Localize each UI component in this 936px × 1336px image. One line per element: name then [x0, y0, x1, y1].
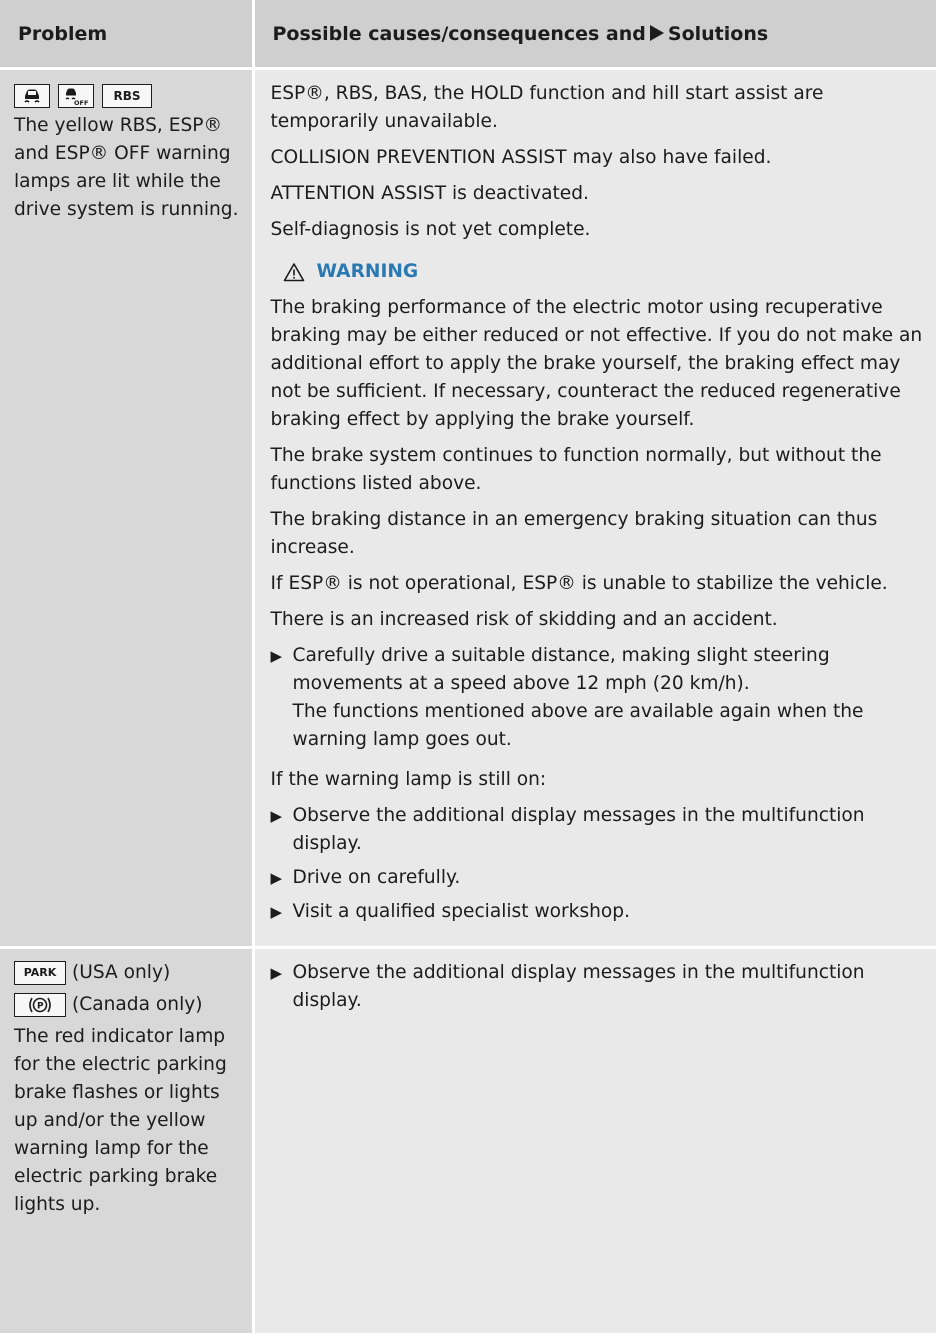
solution-cell-parking-brake: ▶ Observe the additional display message…	[253, 947, 936, 1336]
step-arrow-icon: ▶	[270, 869, 283, 887]
consequence-line: The brake system continues to function n…	[270, 445, 882, 494]
cause-line: ESP®, RBS, BAS, the HOLD function and hi…	[270, 83, 824, 132]
cause-line: COLLISION PREVENTION ASSIST may also hav…	[270, 147, 772, 168]
warning-lamp-icons: OFF RBS	[14, 84, 244, 108]
consequence-line: If ESP® is not operational, ESP® is unab…	[270, 573, 888, 594]
still-on-line: If the warning lamp is still on:	[270, 769, 547, 790]
step-arrow-icon: ▶	[270, 647, 283, 665]
step-text: Carefully drive a suitable distance, mak…	[292, 645, 830, 694]
step-arrow-icon: ▶	[270, 807, 283, 825]
svg-text:P: P	[37, 1002, 44, 1012]
step-text: Observe the additional display messages …	[292, 962, 865, 1011]
p-note: (Canada only)	[72, 994, 203, 1015]
solution-step: ▶ Carefully drive a suitable distance, m…	[271, 642, 925, 754]
solution-step: ▶ Observe the additional display message…	[271, 959, 925, 1015]
warning-title: WARNING	[316, 261, 419, 282]
step-text: Visit a qualified specialist workshop.	[292, 901, 631, 922]
solution-cell-esp: ESP®, RBS, BAS, the HOLD function and hi…	[253, 68, 936, 949]
esp-skid-icon	[14, 84, 50, 108]
play-arrow-icon	[649, 24, 664, 41]
parking-brake-p-icon: P	[14, 993, 66, 1017]
header-solutions-label: Solutions	[667, 22, 769, 45]
cause-line: ATTENTION ASSIST is deactivated.	[270, 183, 589, 204]
consequence-line: There is an increased risk of skidding a…	[270, 609, 778, 630]
problem-text-parking-brake: The red indicator lamp for the electric …	[14, 1026, 227, 1215]
warning-heading: WARNING	[283, 258, 925, 286]
park-lamp-line: PARK (USA only)	[14, 959, 244, 987]
park-lamp-icon: PARK	[14, 961, 66, 985]
p-lamp-line: P (Canada only)	[14, 991, 244, 1019]
esp-off-icon: OFF	[58, 84, 94, 108]
table-row: OFF RBS The yellow RBS, ESP® and ESP® OF…	[0, 68, 936, 949]
cause-line: Self-diagnosis is not yet complete.	[270, 219, 591, 240]
warning-text: The braking performance of the electric …	[270, 297, 923, 430]
solution-step: ▶ Visit a qualified specialist workshop.	[271, 898, 925, 926]
header-causes-label: Possible causes/consequences and	[272, 22, 646, 45]
rbs-lamp-icon: RBS	[102, 84, 152, 108]
header-causes-solutions: Possible causes/consequences and Solution…	[253, 0, 936, 70]
step-text: Drive on carefully.	[292, 867, 461, 888]
step-arrow-icon: ▶	[270, 964, 283, 982]
svg-text:OFF: OFF	[74, 99, 88, 106]
problem-cell-esp: OFF RBS The yellow RBS, ESP® and ESP® OF…	[0, 68, 255, 949]
step-arrow-icon: ▶	[270, 903, 283, 921]
page: Problem Possible causes/consequences and…	[0, 0, 936, 1336]
warning-triangle-icon	[283, 263, 304, 282]
table-header-row: Problem Possible causes/consequences and…	[0, 0, 936, 70]
park-note: (USA only)	[72, 962, 171, 983]
step-note: The functions mentioned above are availa…	[292, 701, 864, 750]
step-text: Observe the additional display messages …	[292, 805, 865, 854]
table-row: PARK (USA only) P (Canada only) The red …	[0, 947, 936, 1336]
solution-step: ▶ Drive on carefully.	[271, 864, 925, 892]
solution-step: ▶ Observe the additional display message…	[271, 802, 925, 858]
problem-text-esp: The yellow RBS, ESP® and ESP® OFF warnin…	[14, 115, 239, 220]
troubleshooting-table: Problem Possible causes/consequences and…	[0, 0, 936, 1336]
header-problem: Problem	[0, 0, 255, 70]
consequence-line: The braking distance in an emergency bra…	[270, 509, 878, 558]
problem-cell-parking-brake: PARK (USA only) P (Canada only) The red …	[0, 947, 255, 1336]
